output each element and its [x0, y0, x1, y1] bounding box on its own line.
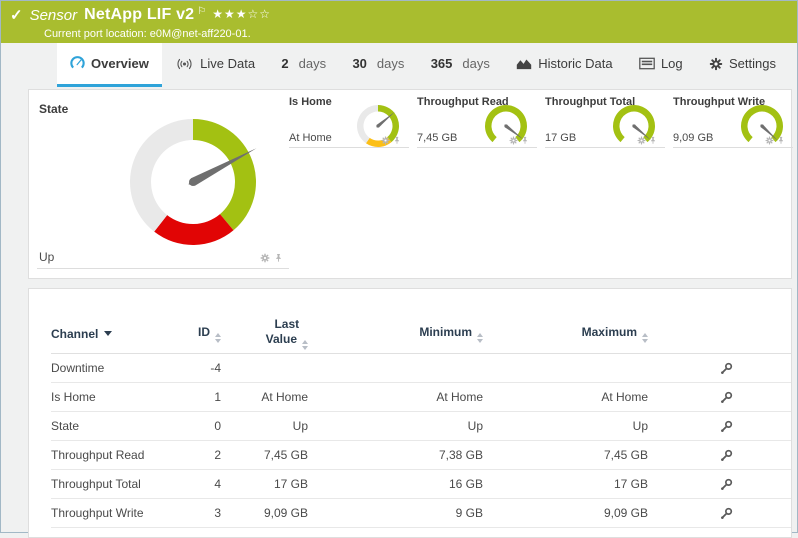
- cell-channel: State: [51, 419, 171, 433]
- gear-icon[interactable]: [765, 136, 774, 145]
- edit-channel-icon[interactable]: [720, 478, 733, 491]
- tab-overview[interactable]: Overview: [57, 43, 162, 87]
- edit-channel-icon[interactable]: [720, 391, 733, 404]
- pin-icon[interactable]: [649, 136, 657, 145]
- edit-channel-icon[interactable]: [720, 449, 733, 462]
- object-kind-label: Sensor: [30, 7, 78, 24]
- tab-settings[interactable]: Settings: [696, 43, 789, 87]
- gear-icon[interactable]: [509, 136, 518, 145]
- tile-value: 7,45 GB: [417, 132, 457, 144]
- state-gauge: [118, 107, 268, 257]
- channel-table-panel: Channel ID Last Value Minimum Maximum Do…: [28, 288, 792, 538]
- edit-channel-icon[interactable]: [720, 507, 733, 520]
- tab-bar: Overview Live Data 2 days 30 days 365 da…: [1, 43, 797, 87]
- tab-30-days[interactable]: 30 days: [339, 43, 417, 87]
- column-header-id[interactable]: ID: [171, 325, 221, 343]
- edit-channel-icon[interactable]: [720, 420, 733, 433]
- cell-channel: Throughput Write: [51, 506, 171, 520]
- cell-last-value: At Home: [221, 390, 308, 404]
- table-row[interactable]: Throughput Total 4 17 GB 16 GB 17 GB: [51, 470, 791, 499]
- column-header-channel[interactable]: Channel: [51, 327, 171, 341]
- overview-panel: State Up Is Home At Home Throughput Read…: [28, 89, 792, 279]
- tile-is-home[interactable]: Is Home At Home: [289, 96, 409, 148]
- gauge-icon: [70, 56, 85, 71]
- column-header-last-value[interactable]: Last Value: [221, 317, 308, 350]
- gear-icon[interactable]: [381, 136, 390, 145]
- cell-minimum: 7,38 GB: [308, 448, 483, 462]
- area-chart-icon: [516, 57, 532, 70]
- tile-value: 17 GB: [545, 132, 576, 144]
- gear-icon[interactable]: [637, 136, 646, 145]
- tile-throughput-write[interactable]: Throughput Write 9,09 GB: [673, 96, 793, 148]
- status-check-icon: ✓: [10, 6, 23, 24]
- tab-historic-data[interactable]: Historic Data: [503, 43, 625, 87]
- cell-last-value: Up: [221, 419, 308, 433]
- tile-label: Is Home: [289, 96, 332, 108]
- tab-365-days[interactable]: 365 days: [418, 43, 503, 87]
- tile-state[interactable]: State Up: [37, 96, 289, 269]
- table-row[interactable]: Is Home 1 At Home At Home At Home: [51, 383, 791, 412]
- cell-id: 4: [171, 477, 221, 491]
- tile-value: At Home: [289, 132, 332, 144]
- channel-table: Channel ID Last Value Minimum Maximum Do…: [29, 289, 791, 528]
- table-row[interactable]: Downtime -4: [51, 354, 791, 383]
- pin-icon[interactable]: [777, 136, 785, 145]
- priority-stars[interactable]: ★★★☆☆: [212, 7, 271, 21]
- edit-channel-icon[interactable]: [720, 362, 733, 375]
- sort-desc-icon: [104, 331, 112, 336]
- cell-last-value: 9,09 GB: [221, 506, 308, 520]
- sensor-header: ✓ Sensor NetApp LIF v2 ⚐ ★★★☆☆ Current p…: [1, 1, 797, 43]
- tile-throughput-read[interactable]: Throughput Read 7,45 GB: [417, 96, 537, 148]
- table-body: Downtime -4 Is Home 1 At Home At Home At…: [51, 354, 791, 528]
- table-row[interactable]: State 0 Up Up Up: [51, 412, 791, 441]
- cell-maximum: Up: [483, 419, 648, 433]
- cell-maximum: 9,09 GB: [483, 506, 648, 520]
- cell-id: 0: [171, 419, 221, 433]
- cell-channel: Downtime: [51, 361, 171, 375]
- prtg-sensor-page: { "header": { "kind": "Sensor", "title":…: [0, 0, 798, 533]
- cell-channel: Throughput Read: [51, 448, 171, 462]
- cell-id: 3: [171, 506, 221, 520]
- sort-icon: [642, 333, 648, 343]
- tab-live-data[interactable]: Live Data: [162, 43, 268, 87]
- cell-minimum: Up: [308, 419, 483, 433]
- gear-icon[interactable]: [260, 253, 270, 263]
- sensor-message: Current port location: e0M@net-aff220-01…: [1, 24, 797, 40]
- gear-icon: [709, 57, 723, 71]
- pin-icon[interactable]: [274, 253, 283, 263]
- tab-log[interactable]: Log: [626, 43, 696, 87]
- cell-maximum: 17 GB: [483, 477, 648, 491]
- cell-id: 1: [171, 390, 221, 404]
- broadcast-icon: [175, 57, 194, 71]
- flag-icon[interactable]: ⚐: [197, 6, 206, 17]
- column-header-maximum[interactable]: Maximum: [483, 325, 648, 343]
- cell-channel: Is Home: [51, 390, 171, 404]
- table-header-row: Channel ID Last Value Minimum Maximum: [51, 314, 791, 354]
- pin-icon[interactable]: [393, 136, 401, 145]
- cell-last-value: 17 GB: [221, 477, 308, 491]
- pin-icon[interactable]: [521, 136, 529, 145]
- cell-channel: Throughput Total: [51, 477, 171, 491]
- cell-minimum: 16 GB: [308, 477, 483, 491]
- log-icon: [639, 57, 655, 70]
- tile-throughput-total[interactable]: Throughput Total 17 GB: [545, 96, 665, 148]
- cell-maximum: 7,45 GB: [483, 448, 648, 462]
- cell-last-value: 7,45 GB: [221, 448, 308, 462]
- cell-id: -4: [171, 361, 221, 375]
- cell-minimum: 9 GB: [308, 506, 483, 520]
- cell-minimum: At Home: [308, 390, 483, 404]
- page-title: NetApp LIF v2: [84, 6, 194, 24]
- tile-value: 9,09 GB: [673, 132, 713, 144]
- table-row[interactable]: Throughput Write 3 9,09 GB 9 GB 9,09 GB: [51, 499, 791, 528]
- tab-2-days[interactable]: 2 days: [268, 43, 339, 87]
- table-row[interactable]: Throughput Read 2 7,45 GB 7,38 GB 7,45 G…: [51, 441, 791, 470]
- tile-label: State: [39, 102, 68, 116]
- cell-id: 2: [171, 448, 221, 462]
- column-header-minimum[interactable]: Minimum: [308, 325, 483, 343]
- tile-value: Up: [39, 250, 54, 264]
- cell-maximum: At Home: [483, 390, 648, 404]
